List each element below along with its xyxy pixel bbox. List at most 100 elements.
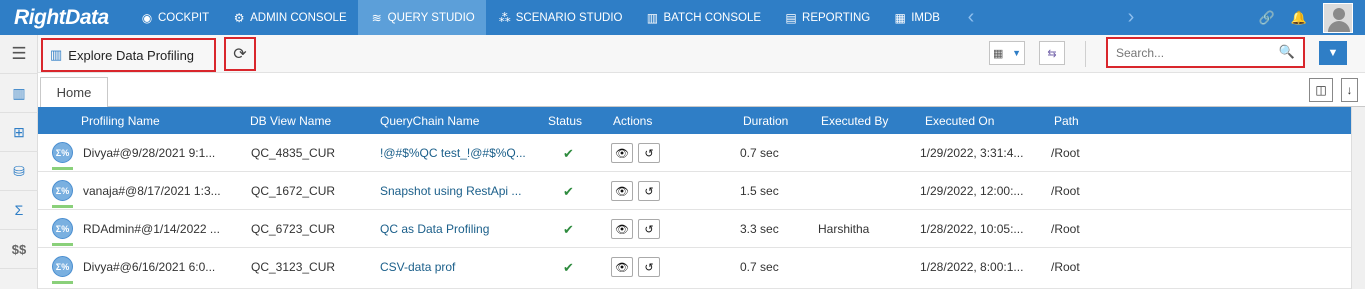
history-icon: ↺ (644, 261, 654, 274)
database-view-icon[interactable]: ⛁ (0, 152, 38, 191)
explore-data-icon[interactable]: ▥ (0, 74, 38, 113)
row-progress-bar (52, 205, 73, 208)
nav-next-arrow-icon[interactable]: › (1111, 6, 1151, 29)
left-sidebar: ☰ ▥ ⊞ ⛁ Σ $$ (0, 35, 38, 289)
nav-reporting-label: REPORTING (802, 11, 871, 24)
col-status[interactable]: Status (548, 114, 582, 128)
cell-profiling-name: Divya#@6/16/2021 6:0... (83, 260, 216, 274)
cell-executed-by: Harshitha (818, 222, 870, 236)
data-profiling-icon[interactable]: Σ (0, 191, 38, 230)
cell-path: /Root (1051, 222, 1080, 236)
cell-profiling-name: RDAdmin#@1/14/2022 ... (83, 222, 220, 236)
table-row[interactable]: Σ% vanaja#@8/17/2021 1:3... QC_1672_CUR … (38, 172, 1351, 210)
table-row[interactable]: Σ% Divya#@9/28/2021 9:1... QC_4835_CUR !… (38, 134, 1351, 172)
avatar[interactable] (1323, 2, 1353, 33)
cell-path: /Root (1051, 184, 1080, 198)
filter-icon: ▼ (1327, 47, 1339, 59)
cell-duration: 1.5 sec (740, 184, 779, 198)
toolbar: ▥ Explore Data Profiling ⟳ ▦ ▼ ⇆ 🔍 ▼ (38, 35, 1365, 73)
status-success-icon: ✔ (563, 184, 574, 199)
cell-path: /Root (1051, 260, 1080, 274)
column-layout-button[interactable]: ◫ (1309, 78, 1333, 102)
nav-query-studio[interactable]: ≋ QUERY STUDIO (357, 0, 486, 35)
cockpit-icon: ◉ (141, 10, 153, 25)
row-progress-bar (52, 167, 73, 170)
tab-bar: Home ◫ ↓ (38, 73, 1365, 107)
col-actions[interactable]: Actions (613, 114, 652, 128)
nav-batch-console[interactable]: ▥ BATCH CONSOLE (633, 0, 772, 35)
compare-icon: ⇆ (1047, 47, 1057, 60)
history-icon: ↺ (644, 185, 654, 198)
nav-prev-arrow-icon[interactable]: ‹ (951, 6, 991, 29)
rightdata-logo[interactable]: RightData (0, 0, 128, 35)
add-table-dropdown-button[interactable]: ▦ ▼ (989, 41, 1025, 65)
explore-data-profiling-button[interactable]: ▥ Explore Data Profiling (41, 38, 216, 72)
toolbar-divider (1085, 41, 1086, 67)
data-profiling-icon: Σ% (52, 142, 73, 163)
add-table-icon: ▦ (993, 47, 1004, 60)
history-button[interactable]: ↺ (638, 219, 660, 239)
history-button[interactable]: ↺ (638, 257, 660, 277)
refresh-icon: ⟳ (233, 46, 247, 63)
nav-cockpit[interactable]: ◉ COCKPIT (128, 0, 220, 35)
status-success-icon: ✔ (563, 222, 574, 237)
view-button[interactable]: 👁 (611, 257, 633, 277)
col-duration[interactable]: Duration (743, 114, 788, 128)
cell-querychain-link[interactable]: !@#$%QC test_!@#$%Q... (380, 146, 526, 160)
data-profiling-icon: Σ% (52, 180, 73, 201)
avatar-body (1328, 20, 1350, 32)
table-row[interactable]: Σ% Divya#@6/16/2021 6:0... QC_3123_CUR C… (38, 248, 1351, 289)
eye-icon: 👁 (615, 185, 629, 198)
history-icon: ↺ (644, 223, 654, 236)
cell-executed-on: 1/28/2022, 8:00:1... (920, 260, 1024, 274)
col-executed-on[interactable]: Executed On (925, 114, 994, 128)
cell-db-view-name: QC_3123_CUR (251, 260, 336, 274)
cell-querychain-link[interactable]: CSV-data prof (380, 260, 455, 274)
row-progress-bar (52, 243, 73, 246)
dollar-icon[interactable]: $$ (0, 230, 38, 269)
nav-reporting[interactable]: ▤ REPORTING (772, 0, 881, 35)
nav-admin-console[interactable]: ⚙ ADMIN CONSOLE (220, 0, 358, 35)
filter-button[interactable]: ▼ (1319, 41, 1347, 65)
nav-admin-console-label: ADMIN CONSOLE (250, 11, 347, 24)
bell-icon[interactable]: 🔔 (1283, 10, 1315, 26)
batch-icon: ▥ (646, 10, 659, 25)
link-icon[interactable]: 🔗 (1251, 10, 1283, 26)
nav-right-group: 🔗 🔔 (1251, 0, 1365, 35)
col-executed-by[interactable]: Executed By (821, 114, 888, 128)
view-button[interactable]: 👁 (611, 181, 633, 201)
history-button[interactable]: ↺ (638, 143, 660, 163)
col-profiling-name[interactable]: Profiling Name (81, 114, 160, 128)
nav-scenario-studio[interactable]: ⁂ SCENARIO STUDIO (486, 0, 634, 35)
search-box[interactable]: 🔍 (1106, 37, 1305, 68)
cell-querychain-link[interactable]: QC as Data Profiling (380, 222, 489, 236)
history-button[interactable]: ↺ (638, 181, 660, 201)
cell-querychain-link[interactable]: Snapshot using RestApi ... (380, 184, 521, 198)
view-button[interactable]: 👁 (611, 219, 633, 239)
explore-data-icon: ▥ (50, 47, 63, 62)
cell-executed-on: 1/29/2022, 12:00:... (920, 184, 1024, 198)
view-button[interactable]: 👁 (611, 143, 633, 163)
cell-db-view-name: QC_6723_CUR (251, 222, 336, 236)
nav-scenario-studio-label: SCENARIO STUDIO (515, 11, 623, 24)
tab-home[interactable]: Home (40, 77, 108, 107)
table-row[interactable]: Σ% RDAdmin#@1/14/2022 ... QC_6723_CUR QC… (38, 210, 1351, 248)
eye-icon: 👁 (615, 223, 629, 236)
vertical-scrollbar[interactable] (1351, 107, 1365, 289)
sort-down-icon: ↓ (1346, 83, 1353, 97)
data-profiling-icon: Σ% (52, 256, 73, 277)
add-table-icon[interactable]: ⊞ (0, 113, 38, 152)
refresh-button[interactable]: ⟳ (224, 37, 256, 71)
menu-icon[interactable]: ☰ (0, 35, 38, 74)
nav-imdb[interactable]: ▦ IMDB (881, 0, 951, 35)
col-db-view-name[interactable]: DB View Name (250, 114, 331, 128)
search-icon[interactable]: 🔍 (1279, 44, 1295, 60)
compare-button[interactable]: ⇆ (1039, 41, 1065, 65)
row-progress-bar (52, 281, 73, 284)
sort-button[interactable]: ↓ (1341, 78, 1358, 102)
col-path[interactable]: Path (1054, 114, 1079, 128)
cell-db-view-name: QC_4835_CUR (251, 146, 336, 160)
scenario-icon: ⁂ (498, 10, 511, 25)
col-querychain-name[interactable]: QueryChain Name (380, 114, 479, 128)
search-input[interactable] (1116, 44, 1276, 62)
